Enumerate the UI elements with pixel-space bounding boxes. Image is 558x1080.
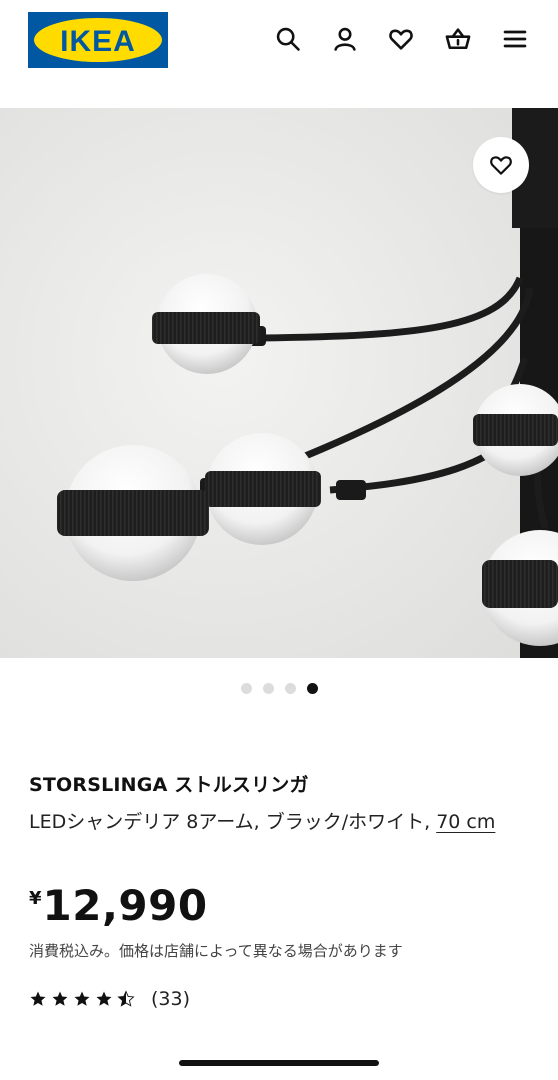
product-price: ¥ 12,990	[29, 880, 208, 932]
chandelier-illustration	[0, 108, 558, 658]
carousel-dot[interactable]	[240, 683, 252, 694]
product-name: STORSLINGA ストルスリンガ	[29, 774, 309, 796]
star-full-icon	[52, 991, 68, 1006]
product-size-link[interactable]: 70 cm	[436, 811, 495, 833]
carousel-dot[interactable]	[284, 683, 296, 694]
heart-icon	[490, 156, 512, 175]
tax-note: 消費税込み。価格は店舗によって異なる場合があります	[29, 942, 403, 960]
product-rating[interactable]: (33)	[29, 988, 190, 1010]
product-image[interactable]	[0, 108, 558, 658]
carousel-dots	[0, 683, 558, 694]
home-indicator	[179, 1060, 379, 1066]
ikea-logo[interactable]: IKEA	[28, 12, 168, 68]
menu-icon[interactable]	[498, 22, 532, 56]
product-description-text: LEDシャンデリア 8アーム, ブラック/ホワイト,	[29, 811, 437, 833]
carousel-dot[interactable]	[262, 683, 274, 694]
star-full-icon	[30, 991, 46, 1006]
account-icon[interactable]	[328, 22, 362, 56]
star-half-icon	[117, 990, 135, 1007]
search-icon[interactable]	[271, 22, 305, 56]
cart-icon[interactable]	[441, 22, 475, 56]
add-to-favorites-button[interactable]	[473, 137, 529, 193]
product-description: LEDシャンデリア 8アーム, ブラック/ホワイト, 70 cm	[29, 806, 534, 839]
rating-stars	[29, 990, 135, 1008]
star-full-icon	[74, 991, 90, 1006]
star-full-icon	[96, 991, 112, 1006]
review-count[interactable]: (33)	[151, 988, 190, 1010]
svg-text:IKEA: IKEA	[60, 25, 136, 58]
price-currency: ¥	[29, 888, 42, 909]
heart-icon[interactable]	[384, 22, 418, 56]
carousel-dot-active[interactable]	[306, 683, 318, 694]
header: IKEA	[0, 0, 558, 80]
price-amount: 12,990	[42, 881, 208, 930]
